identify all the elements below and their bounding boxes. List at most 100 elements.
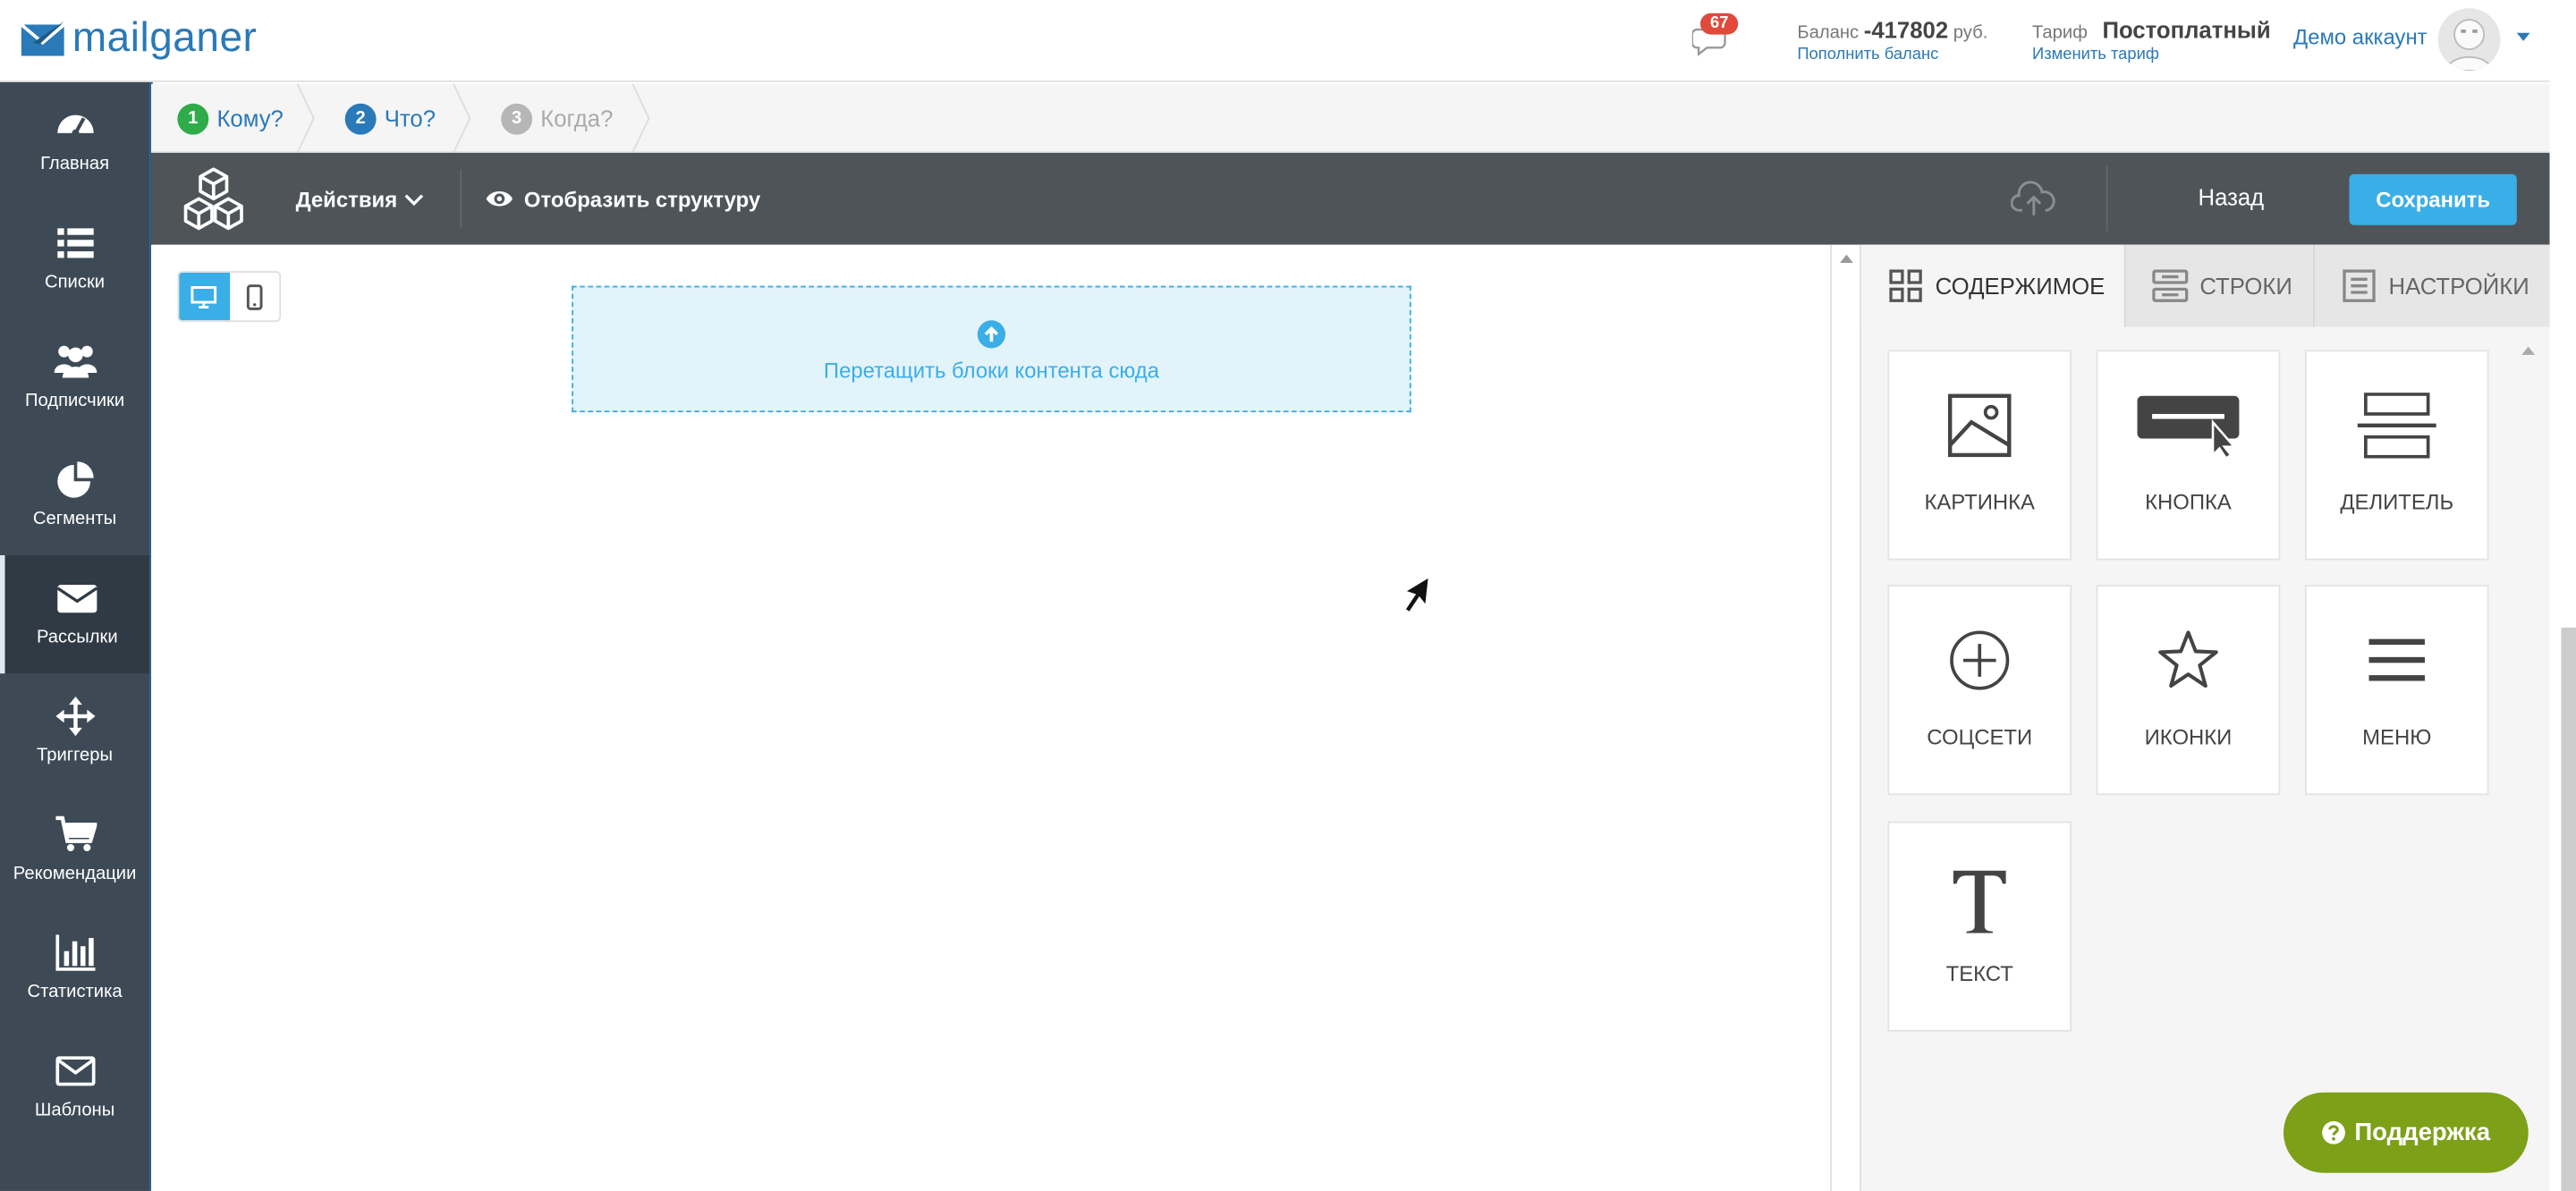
social-plus-icon (1950, 630, 2010, 690)
balance-label: Баланс (1797, 22, 1860, 43)
sidebar-item-segments[interactable]: Сегменты (0, 437, 149, 555)
menu-icon (2368, 638, 2425, 681)
toolbar-divider (460, 169, 462, 229)
step-when[interactable]: 3 Когда? (501, 84, 613, 153)
actions-menu-button[interactable]: Действия (296, 187, 398, 212)
mobile-phone-icon (246, 283, 263, 309)
cloud-upload-icon[interactable] (2011, 181, 2056, 216)
logo-text: mailganer (72, 14, 258, 61)
eye-icon (486, 191, 513, 207)
panel-scroll-up-arrow-icon[interactable] (2521, 346, 2536, 355)
content-dropzone[interactable]: Перетащить блоки контента сюда (572, 285, 1411, 413)
sidebar-item-statistics[interactable]: Статистика (0, 910, 149, 1028)
step-number: 3 (501, 102, 533, 134)
arrows-icon (55, 696, 95, 737)
tile-social[interactable]: СОЦСЕТИ (1887, 585, 2072, 796)
sidebar-item-label: Рекомендации (13, 864, 137, 884)
sidebar-item-label: Шаблоны (34, 1100, 115, 1120)
template-envelope-icon (55, 1056, 95, 1086)
tile-label: ТЕКСТ (1945, 960, 2013, 986)
step-who[interactable]: 1 Кому? (177, 84, 284, 153)
support-button[interactable]: Поддержка (2284, 1092, 2529, 1173)
canvas-scrollbar[interactable] (1830, 244, 1860, 1191)
back-button[interactable]: Назад (2199, 184, 2265, 210)
tab-content[interactable]: СОДЕРЖИМОЕ (1860, 244, 2126, 327)
sidebar-item-lists[interactable]: Списки (0, 200, 149, 318)
grid-icon (1889, 269, 1922, 302)
tab-label: НАСТРОЙКИ (2388, 272, 2529, 300)
cart-icon (55, 815, 97, 852)
step-separator (631, 83, 650, 153)
tab-settings[interactable]: НАСТРОЙКИ (2314, 244, 2552, 327)
account-dropdown-caret-icon[interactable] (2516, 32, 2530, 41)
desktop-icon (191, 285, 217, 308)
avatar[interactable] (2437, 8, 2501, 71)
step-what[interactable]: 2 Что? (344, 84, 436, 153)
sidebar-item-label: Подписчики (24, 391, 125, 411)
account-name[interactable]: Демо аккаунт (2293, 25, 2428, 50)
tile-label: КАРТИНКА (1924, 489, 2035, 515)
sidebar-item-home[interactable]: Главная (0, 82, 149, 200)
show-structure-button[interactable]: Отобразить структуру (524, 187, 760, 212)
tile-icons[interactable]: ИКОНКИ (2096, 585, 2281, 796)
cubes-logo-icon (183, 167, 243, 231)
topup-balance-link[interactable]: Пополнить баланс (1797, 46, 1938, 63)
tab-label: СОДЕРЖИМОЕ (1935, 272, 2106, 300)
list-icon (56, 228, 93, 258)
question-circle-icon (2322, 1120, 2346, 1145)
scroll-up-arrow-icon[interactable] (1840, 254, 1853, 263)
desktop-view-button[interactable] (179, 272, 230, 321)
tile-label: СОЦСЕТИ (1927, 724, 2033, 749)
save-button[interactable]: Сохранить (2349, 173, 2517, 225)
envelope-icon (56, 585, 98, 613)
sidebar-item-label: Рассылки (36, 627, 118, 647)
image-icon (1947, 393, 2012, 458)
settings-doc-icon (2343, 269, 2376, 302)
sidebar-item-recommendations[interactable]: Рекомендации (0, 792, 149, 910)
tile-label: МЕНЮ (2362, 724, 2432, 749)
notification-badge: 67 (1699, 13, 1739, 35)
rows-icon (2152, 269, 2189, 302)
tariff-label: Тариф (2031, 22, 2088, 43)
balance: Баланс -417802 руб. (1797, 16, 1987, 42)
logo[interactable]: mailganer (20, 15, 257, 63)
sidebar-item-subscribers[interactable]: Подписчики (0, 318, 149, 436)
text-icon (1953, 870, 2006, 933)
change-tariff-link[interactable]: Изменить тариф (2032, 46, 2159, 63)
sidebar-item-templates[interactable]: Шаблоны (0, 1028, 149, 1146)
sidebar-item-label: Сегменты (32, 509, 117, 529)
mouse-cursor-icon (1402, 574, 1431, 614)
chevron-down-icon[interactable] (404, 189, 424, 208)
panel-tabs: СОДЕРЖИМОЕ СТРОКИ НАСТРОЙКИ (1860, 244, 2552, 327)
sidebar-item-mailings[interactable]: Рассылки (0, 554, 150, 674)
bar-chart-icon (55, 934, 95, 971)
tile-label: КНОПКА (2145, 489, 2232, 515)
page-scrollbar-thumb[interactable] (2561, 627, 2576, 1191)
content-panel: СОДЕРЖИМОЕ СТРОКИ НАСТРОЙКИ КАРТИНКА КНО… (1860, 244, 2552, 1191)
sidebar-item-label: Списки (45, 272, 106, 293)
step-number: 2 (344, 102, 377, 134)
step-label: Когда? (540, 105, 614, 131)
logo-envelope-icon (20, 20, 65, 55)
tile-button[interactable]: КНОПКА (2096, 350, 2281, 561)
tab-rows[interactable]: СТРОКИ (2125, 244, 2315, 327)
balance-value: -417802 (1863, 16, 1949, 43)
tile-label: ИКОНКИ (2144, 724, 2233, 749)
pie-chart-icon (56, 461, 93, 498)
tariff: Тариф Постоплатный (2032, 16, 2271, 42)
divider-icon (2357, 393, 2436, 459)
sidebar-item-label: Главная (40, 154, 110, 174)
step-separator (296, 83, 315, 153)
step-separator (453, 83, 471, 153)
editor-canvas[interactable]: Перетащить блоки контента сюда (150, 244, 1831, 1191)
user-avatar-icon (2445, 19, 2494, 71)
upload-arrow-icon (977, 320, 1006, 349)
tile-text[interactable]: ТЕКСТ (1887, 821, 2072, 1032)
dashboard-icon (56, 114, 93, 137)
sidebar-item-triggers[interactable]: Триггеры (0, 673, 149, 791)
tile-menu[interactable]: МЕНЮ (2304, 585, 2489, 796)
step-number: 1 (177, 102, 209, 134)
tile-image[interactable]: КАРТИНКА (1887, 350, 2072, 561)
tile-divider[interactable]: ДЕЛИТЕЛЬ (2304, 350, 2489, 561)
mobile-view-button[interactable] (229, 273, 279, 320)
